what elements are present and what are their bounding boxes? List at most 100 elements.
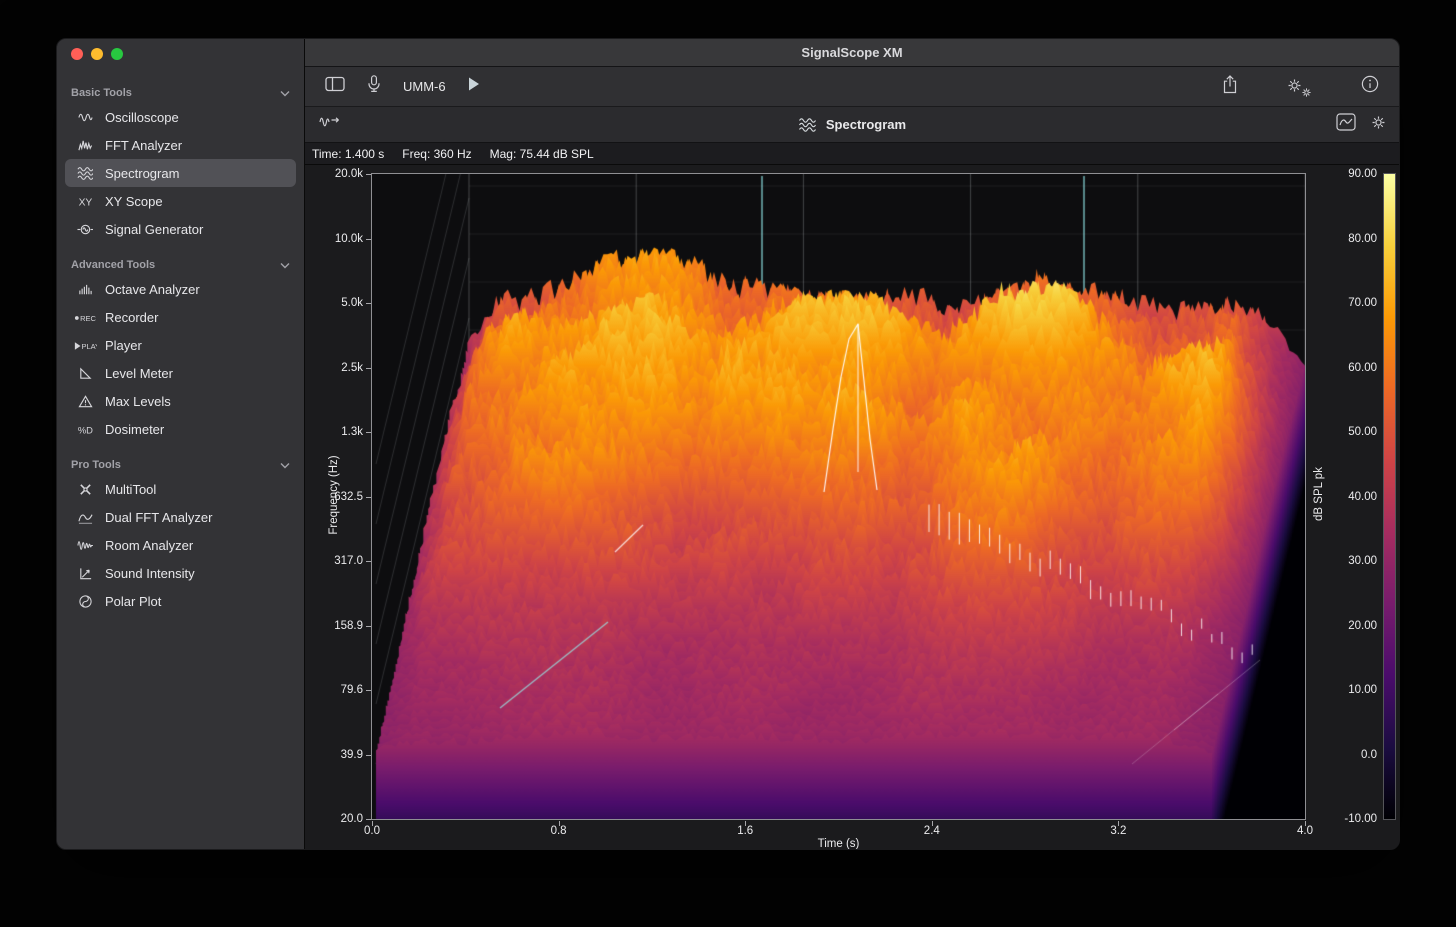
y-tick-label: 39.9 <box>305 748 363 762</box>
app-window: Basic Tools Oscilloscope FFT Analyzer Spect… <box>56 38 1400 850</box>
sidebar-item-label: Max Levels <box>105 394 171 409</box>
signal-input-icon <box>319 115 341 134</box>
sidebar-item-room-analyzer[interactable]: Room Analyzer <box>65 531 296 559</box>
spectrogram-waves-icon <box>71 165 99 181</box>
y-tick-label: 317.0 <box>305 554 363 568</box>
section-label: Advanced Tools <box>71 259 155 271</box>
octave-analyzer-icon <box>71 281 99 297</box>
y-tick-label: 5.0k <box>305 296 363 310</box>
sidebar-item-label: Signal Generator <box>105 222 203 237</box>
window-title: SignalScope XM <box>801 45 902 60</box>
tick-mark <box>745 821 746 826</box>
colorbar-tick-label: 20.00 <box>1327 619 1377 633</box>
section-label: Pro Tools <box>71 459 121 471</box>
sidebar-section-advanced-tools[interactable]: Advanced Tools <box>65 255 296 275</box>
titlebar: SignalScope XM <box>305 39 1399 67</box>
sidebar-item-recorder[interactable]: REC Recorder <box>65 303 296 331</box>
sidebar-item-signal-generator[interactable]: Signal Generator <box>65 215 296 243</box>
cursor-readout: Time: 1.400 s Freq: 360 Hz Mag: 75.44 dB… <box>305 143 1399 165</box>
view-settings-button[interactable] <box>1370 114 1387 136</box>
sidebar-item-label: Player <box>105 338 142 353</box>
zoom-button[interactable] <box>111 48 123 60</box>
sidebar-item-octave-analyzer[interactable]: Octave Analyzer <box>65 275 296 303</box>
sidebar-item-oscilloscope[interactable]: Oscilloscope <box>65 103 296 131</box>
sidebar-item-label: Spectrogram <box>105 166 179 181</box>
settings-button[interactable] <box>1286 76 1313 98</box>
signal-generator-icon <box>71 221 99 237</box>
sidebar-section-basic-tools[interactable]: Basic Tools <box>65 83 296 103</box>
sidebar-section-pro-tools[interactable]: Pro Tools <box>65 455 296 475</box>
gear-icon <box>1370 114 1387 136</box>
desktop: Basic Tools Oscilloscope FFT Analyzer Spect… <box>0 0 1456 927</box>
microphone-icon <box>367 75 381 98</box>
y-tick-label: 79.6 <box>305 683 363 697</box>
signal-input-button[interactable] <box>319 115 341 134</box>
y-tick-label: 10.0k <box>305 232 363 246</box>
colorbar <box>1383 173 1396 820</box>
dual-fft-analyzer-icon <box>71 509 99 525</box>
tick-mark <box>1305 821 1306 826</box>
sidebar-item-level-meter[interactable]: Level Meter <box>65 359 296 387</box>
sidebar-item-multitool[interactable]: MultiTool <box>65 475 296 503</box>
close-button[interactable] <box>71 48 83 60</box>
colorbar-tick-label: 50.00 <box>1327 425 1377 439</box>
sidebar-item-label: MultiTool <box>105 482 156 497</box>
info-button[interactable] <box>1361 75 1379 98</box>
view-header: Spectrogram <box>305 107 1399 143</box>
sidebar-item-spectrogram[interactable]: Spectrogram <box>65 159 296 187</box>
tick-mark <box>366 174 371 175</box>
sidebar-item-dual-fft-analyzer[interactable]: Dual FFT Analyzer <box>65 503 296 531</box>
share-button[interactable] <box>1222 75 1238 99</box>
recorder-icon: REC <box>71 309 99 325</box>
sidebar-sections: Basic Tools Oscilloscope FFT Analyzer Spect… <box>57 69 304 623</box>
spectrogram-waves-icon <box>798 117 817 133</box>
window-controls <box>57 39 304 69</box>
y-tick-label: 20.0k <box>305 167 363 181</box>
sidebar-item-label: Room Analyzer <box>105 538 193 553</box>
sidebar-item-max-levels[interactable]: Max Levels <box>65 387 296 415</box>
x-tick-label: 4.0 <box>1283 824 1327 838</box>
minimize-button[interactable] <box>91 48 103 60</box>
tick-mark <box>366 819 371 820</box>
sidebar-item-label: Sound Intensity <box>105 566 195 581</box>
settings-gears-icon <box>1286 76 1313 98</box>
tick-mark <box>366 239 371 240</box>
sidebar-toggle-icon <box>325 76 345 97</box>
section-label: Basic Tools <box>71 87 132 99</box>
y-tick-label: 1.3k <box>305 425 363 439</box>
share-icon <box>1222 75 1238 99</box>
plot-frame <box>371 173 1306 820</box>
main-toolbar: UMM-6 <box>305 67 1399 107</box>
sidebar-item-dosimeter[interactable]: %DDosimeter <box>65 415 296 443</box>
sidebar-toggle-button[interactable] <box>325 76 345 97</box>
tick-mark <box>366 303 371 304</box>
play-button[interactable] <box>468 77 480 96</box>
colorbar-tick-label: 30.00 <box>1327 554 1377 568</box>
sound-intensity-icon <box>71 565 99 581</box>
sidebar-item-label: Octave Analyzer <box>105 282 200 297</box>
sidebar-item-polar-plot[interactable]: Polar Plot <box>65 587 296 615</box>
colorbar-tick-label: 10.00 <box>1327 683 1377 697</box>
input-device-button[interactable] <box>367 75 381 98</box>
view-title: Spectrogram <box>826 117 906 132</box>
tick-mark <box>366 755 371 756</box>
svg-text:XY: XY <box>78 197 92 208</box>
sidebar-item-sound-intensity[interactable]: Sound Intensity <box>65 559 296 587</box>
sidebar-item-fft-analyzer[interactable]: FFT Analyzer <box>65 131 296 159</box>
device-name[interactable]: UMM-6 <box>403 79 446 94</box>
chart-style-button[interactable] <box>1336 113 1356 136</box>
colorbar-tick-label: 90.00 <box>1327 167 1377 181</box>
sidebar-item-player[interactable]: PLAYPlayer <box>65 331 296 359</box>
max-levels-icon <box>71 393 99 409</box>
sidebar-item-label: XY Scope <box>105 194 163 209</box>
tick-mark <box>372 821 373 826</box>
tick-mark <box>1118 821 1119 826</box>
view-title-group: Spectrogram <box>798 117 906 133</box>
dosimeter-icon: %D <box>71 421 99 437</box>
x-tick-label: 0.8 <box>537 824 581 838</box>
sidebar-item-xy-scope[interactable]: XY XY Scope <box>65 187 296 215</box>
spectrogram-canvas[interactable] <box>372 174 1305 819</box>
tick-mark <box>366 561 371 562</box>
sidebar-item-label: FFT Analyzer <box>105 138 182 153</box>
sidebar-item-label: Recorder <box>105 310 158 325</box>
